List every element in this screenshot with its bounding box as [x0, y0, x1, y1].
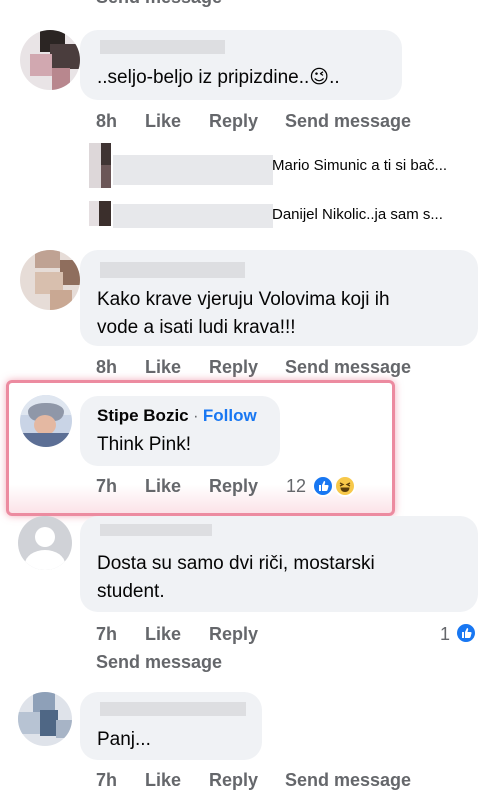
timestamp: 7h — [96, 476, 118, 496]
avatar[interactable] — [18, 692, 72, 746]
like-button[interactable]: Like — [145, 357, 181, 378]
send-message-button[interactable]: Send message — [285, 357, 411, 378]
like-button[interactable]: Like — [145, 770, 181, 791]
like-button[interactable]: Like — [145, 476, 181, 497]
default-avatar-icon[interactable] — [18, 516, 72, 570]
comment-header: Stipe Bozic · Follow — [97, 406, 257, 426]
blurred-reply-name — [113, 155, 273, 185]
separator: · — [193, 408, 199, 425]
reply-button[interactable]: Reply — [209, 476, 258, 497]
blurred-reply-name — [113, 204, 273, 228]
timestamp: 8h — [96, 111, 118, 131]
comment-text-line: student. — [97, 581, 165, 602]
comment-text-line: Kako krave vjeruju Volovima koji ih — [97, 289, 390, 310]
blurred-author-name — [100, 262, 245, 278]
timestamp: 7h — [96, 770, 118, 790]
comment-text-line: Dosta su samo dvi riči, mostarski — [97, 553, 375, 574]
timestamp: 7h — [96, 624, 118, 644]
reply-button[interactable]: Reply — [209, 770, 258, 791]
reaction-count[interactable]: 12 — [286, 476, 306, 497]
like-button[interactable]: Like — [145, 624, 181, 645]
blurred-author-name — [100, 702, 246, 716]
send-message-button[interactable]: Send message — [96, 652, 222, 673]
reply-preview[interactable]: Mario Simunic a ti si bač... — [272, 157, 447, 174]
send-message-button[interactable]: Send message — [285, 111, 411, 132]
avatar[interactable] — [20, 250, 80, 310]
comment-text: ..seljo-beljo iz pripizdine..😉.. — [97, 67, 340, 88]
blurred-author-name — [100, 524, 212, 536]
blurred-author-name — [100, 40, 225, 54]
reply-button[interactable]: Reply — [209, 111, 258, 132]
reply-button[interactable]: Reply — [209, 357, 258, 378]
send-message-button[interactable]: Send message — [285, 770, 411, 791]
timestamp: 8h — [96, 357, 118, 377]
reply-button[interactable]: Reply — [209, 624, 258, 645]
like-button[interactable]: Like — [145, 111, 181, 132]
reply-avatar[interactable] — [89, 201, 111, 226]
comment-text: Panj... — [97, 729, 151, 750]
avatar[interactable] — [20, 30, 80, 90]
like-reaction-icon — [312, 475, 334, 497]
reaction-count[interactable]: 1 — [440, 624, 450, 645]
avatar[interactable] — [20, 395, 72, 447]
like-reaction-icon — [455, 622, 477, 644]
reply-avatar[interactable] — [89, 143, 111, 188]
reply-preview[interactable]: Danijel Nikolic..ja sam s... — [272, 206, 443, 223]
comment-text-line: vode a isati ludi krava!!! — [97, 317, 296, 338]
haha-reaction-icon — [334, 475, 356, 497]
comment-text: Think Pink! — [97, 434, 191, 455]
author-name[interactable]: Stipe Bozic — [97, 406, 189, 425]
follow-button[interactable]: Follow — [203, 406, 257, 425]
